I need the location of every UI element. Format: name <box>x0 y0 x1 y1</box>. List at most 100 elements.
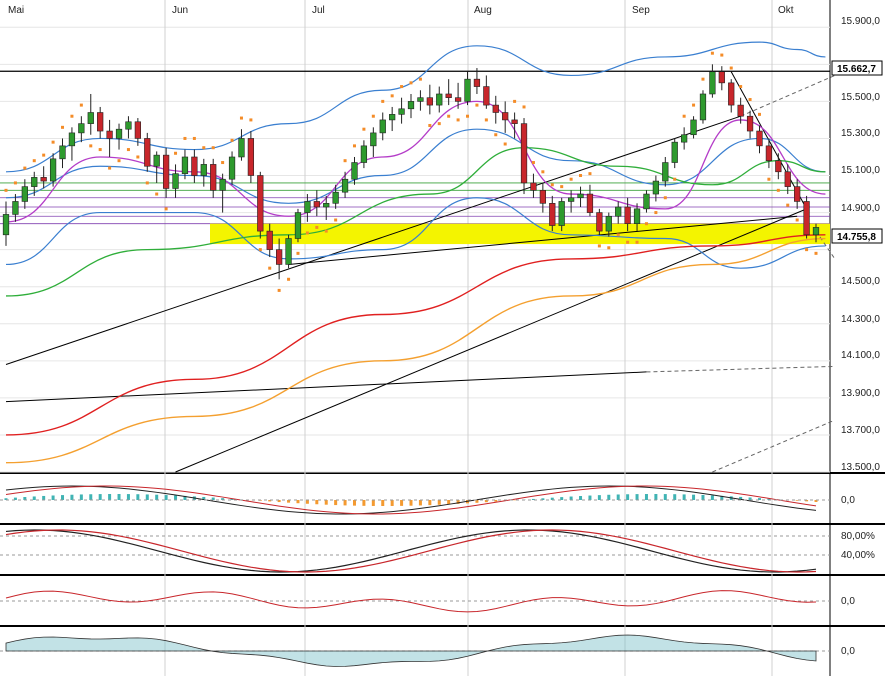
candle-body <box>662 162 669 182</box>
psar-dot <box>447 114 451 118</box>
psar-dot <box>550 183 554 187</box>
macd-histogram-bar <box>588 495 592 500</box>
macd-histogram-bar <box>616 494 620 500</box>
psar-dot <box>409 81 413 85</box>
macd-histogram-bar <box>334 500 338 506</box>
candle-body <box>643 193 650 210</box>
psar-dot <box>277 288 281 292</box>
macd-histogram-bar <box>390 500 394 506</box>
psar-dot <box>805 248 809 252</box>
psar-dot <box>503 142 507 146</box>
candle-body <box>690 119 697 136</box>
macd-histogram-bar <box>710 495 714 500</box>
candle-body <box>332 191 339 204</box>
psar-dot <box>710 51 714 55</box>
candle-body <box>558 201 565 226</box>
candle-body <box>257 175 264 232</box>
psar-dot <box>579 174 583 178</box>
candle-body <box>87 112 94 124</box>
candle-body <box>709 71 716 95</box>
candle-body <box>125 121 132 130</box>
stoch-80-label: 80,00% <box>841 531 875 542</box>
candle-body <box>304 201 311 213</box>
candle-body <box>398 108 405 115</box>
last-price-label: 14.755,8 <box>837 232 876 243</box>
candle-body <box>765 145 773 161</box>
macd-histogram-bar <box>155 494 159 500</box>
candle-body <box>671 141 678 163</box>
macd-histogram-bar <box>635 494 639 500</box>
psar-dot <box>42 153 46 157</box>
month-label-jun: Jun <box>172 5 188 16</box>
candle-body <box>624 206 631 224</box>
psar-dot <box>13 181 17 185</box>
stoch-40-label: 40,00% <box>841 550 875 561</box>
candle-body <box>520 123 528 184</box>
psar-dot <box>164 207 168 211</box>
candle-body <box>351 162 358 180</box>
y-tick-label: 13.900,0 <box>841 388 880 399</box>
candle-body <box>737 104 744 117</box>
candle-body <box>247 138 255 176</box>
psar-dot <box>32 159 36 163</box>
macd-histogram-bar <box>579 496 583 500</box>
candle-body <box>12 201 19 215</box>
macd-histogram-bar <box>644 494 648 500</box>
y-tick-label: 14.300,0 <box>841 314 880 325</box>
candle-body <box>718 71 725 84</box>
y-tick-label: 15.100,0 <box>841 165 880 176</box>
psar-dot <box>390 94 394 98</box>
psar-dot <box>258 248 262 252</box>
candle-body <box>134 121 141 139</box>
candle-body <box>502 112 509 121</box>
psar-dot <box>89 144 93 148</box>
candle-body <box>238 138 245 158</box>
candle-body <box>812 227 820 236</box>
month-label-mai: Mai <box>8 5 24 16</box>
candle-body <box>153 154 160 167</box>
psar-dot <box>324 229 328 233</box>
candle-body <box>379 119 386 134</box>
psar-dot <box>644 222 648 226</box>
candle-body <box>313 201 320 208</box>
month-label-jul: Jul <box>312 5 325 16</box>
psar-dot <box>466 114 470 118</box>
psar-dot <box>494 133 498 137</box>
psar-dot <box>588 172 592 176</box>
macd-histogram-bar <box>108 494 112 500</box>
psar-dot <box>748 98 752 102</box>
candle-body <box>756 130 763 147</box>
psar-dot <box>381 99 385 103</box>
candle-body <box>652 180 660 195</box>
psar-dot <box>475 103 479 107</box>
y-tick-label: 13.500,0 <box>841 462 880 473</box>
psar-dot <box>757 112 761 116</box>
psar-dot <box>635 240 639 244</box>
macd-histogram-bar <box>79 494 83 500</box>
macd-histogram-bar <box>682 494 686 500</box>
macd-histogram-bar <box>400 500 404 506</box>
candle-body <box>567 197 575 202</box>
psar-dot <box>108 166 112 170</box>
candle-body <box>426 97 433 106</box>
psar-dot <box>268 266 272 270</box>
candle-body <box>172 173 179 189</box>
candle-body <box>285 238 292 265</box>
candle-body <box>492 104 499 113</box>
macd-histogram-bar <box>569 496 573 500</box>
macd-histogram-bar <box>409 500 413 506</box>
macd-histogram-bar <box>126 494 130 500</box>
psar-dot <box>739 85 743 89</box>
macd-histogram-bar <box>174 495 178 500</box>
macd-histogram-bar <box>70 494 74 500</box>
psar-dot <box>126 148 130 152</box>
psar-dot <box>663 196 667 200</box>
candle-body <box>539 190 546 204</box>
macd-histogram-bar <box>352 500 356 506</box>
oscillator-zero-label: 0,0 <box>841 596 855 607</box>
macd-histogram-bar <box>381 500 385 506</box>
psar-dot <box>400 85 404 89</box>
y-tick-label: 15.900,0 <box>841 16 880 27</box>
psar-dot <box>230 138 234 142</box>
candle-body <box>266 230 273 250</box>
